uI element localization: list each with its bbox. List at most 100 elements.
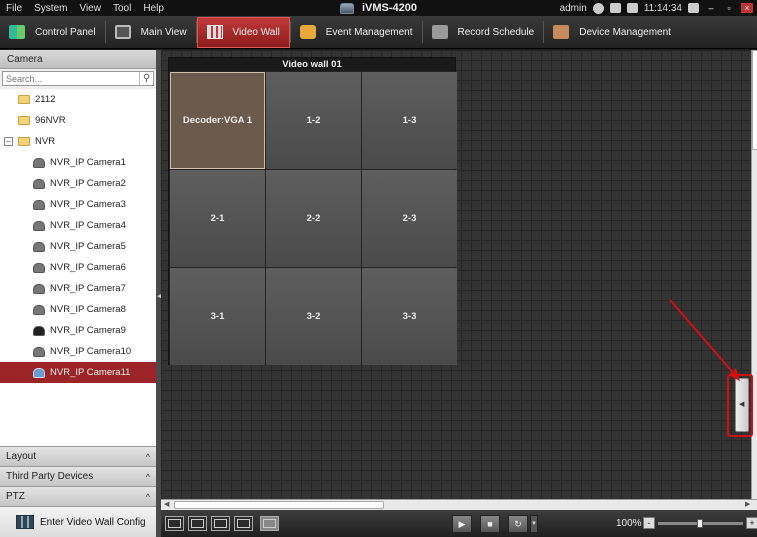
monitor-icon[interactable] [609, 3, 621, 13]
wall-cell-decoder[interactable]: Decoder:VGA 1 [170, 72, 265, 169]
section-layout[interactable]: Layout ^ [0, 446, 156, 466]
wall-cell-2-1[interactable]: 2-1 [170, 170, 265, 267]
close-button[interactable]: × [741, 3, 753, 13]
tree-item-label: NVR_IP Camera8 [50, 304, 126, 315]
tree-item-camera8[interactable]: NVR_IP Camera8 [0, 299, 156, 320]
zoom-in-button[interactable]: + [746, 517, 757, 529]
menu-system[interactable]: System [28, 3, 73, 14]
horizontal-scroll-thumb[interactable] [174, 501, 384, 509]
zoom-slider-thumb[interactable] [697, 519, 703, 528]
tab-event-management[interactable]: Event Management [291, 17, 422, 48]
zoom-out-button[interactable]: - [643, 517, 655, 529]
wall-cell-3-1[interactable]: 3-1 [170, 268, 265, 365]
video-wall[interactable]: Video wall 01 Decoder:VGA 1 1-2 1-3 2-1 … [168, 57, 457, 365]
tree-item-camera5[interactable]: NVR_IP Camera5 [0, 236, 156, 257]
stop-button[interactable]: ■ [480, 515, 500, 533]
wall-cell-3-2[interactable]: 3-2 [266, 268, 361, 365]
tree-item-camera10[interactable]: NVR_IP Camera10 [0, 341, 156, 362]
tree-item-label: NVR [35, 136, 56, 147]
wall-cell-1-3[interactable]: 1-3 [362, 72, 457, 169]
tree-item-label: NVR_IP Camera6 [50, 262, 126, 273]
search-area: ⚲ [0, 69, 156, 89]
tab-label: Record Schedule [457, 26, 535, 38]
section-third-party-devices[interactable]: Third Party Devices ^ [0, 466, 156, 486]
refresh-dropdown-icon[interactable]: ▼ [530, 515, 538, 533]
menu-list: File System View Tool Help [0, 3, 170, 14]
tree-item-label: 2112 [35, 94, 56, 105]
menu-tool[interactable]: Tool [107, 3, 137, 14]
layout-3x3-button[interactable] [211, 516, 230, 531]
tree-item-label: NVR_IP Camera1 [50, 157, 126, 168]
network-icon[interactable] [626, 3, 638, 13]
device-management-icon [553, 25, 570, 39]
tree-item-camera7[interactable]: NVR_IP Camera7 [0, 278, 156, 299]
settings-icon[interactable] [592, 2, 604, 14]
camera-icon [33, 346, 45, 357]
section-ptz[interactable]: PTZ ^ [0, 486, 156, 506]
chevron-up-icon: ^ [145, 491, 150, 502]
tree-item-camera6[interactable]: NVR_IP Camera6 [0, 257, 156, 278]
wall-cell-1-2[interactable]: 1-2 [266, 72, 361, 169]
vertical-scroll-thumb[interactable] [752, 50, 757, 150]
camera-icon [33, 262, 45, 273]
tree-item-label: NVR_IP Camera4 [50, 220, 126, 231]
control-panel-icon [9, 25, 25, 39]
scroll-left-icon[interactable]: ◀ [164, 500, 169, 510]
tree-item-camera4[interactable]: NVR_IP Camera4 [0, 215, 156, 236]
folder-icon [18, 116, 30, 125]
tree-item-label: 96NVR [35, 115, 66, 126]
camera-icon [33, 220, 45, 231]
scroll-right-icon[interactable]: ▶ [745, 500, 750, 510]
wall-cell-3-3[interactable]: 3-3 [362, 268, 457, 365]
tree-item-2112[interactable]: 2112 [0, 89, 156, 110]
annotation-highlight-box [727, 374, 753, 437]
menu-help[interactable]: Help [137, 3, 170, 14]
camera-icon [33, 199, 45, 210]
video-wall-canvas[interactable]: Video wall 01 Decoder:VGA 1 1-2 1-3 2-1 … [161, 50, 751, 499]
lock-icon[interactable] [688, 3, 699, 13]
horizontal-scrollbar[interactable]: ◀ ▶ [161, 499, 757, 510]
tree-item-label: NVR_IP Camera3 [50, 199, 126, 210]
tree-item-camera9[interactable]: NVR_IP Camera9 [0, 320, 156, 341]
camera-panel: Camera ⚲ 2112 96NVR – NVR NVR_IP Camera1… [0, 50, 156, 537]
tab-main-view[interactable]: Main View [106, 17, 196, 48]
layout-1x1-button[interactable] [165, 516, 184, 531]
minimize-button[interactable]: – [705, 3, 717, 13]
tab-device-management[interactable]: Device Management [544, 17, 680, 48]
tree-item-camera11[interactable]: NVR_IP Camera11 [0, 362, 156, 383]
search-icon[interactable]: ⚲ [139, 72, 153, 85]
tab-label: Control Panel [35, 26, 96, 38]
search-input[interactable] [3, 72, 153, 85]
enter-video-wall-config-button[interactable]: Enter Video Wall Config [0, 506, 156, 537]
chevron-up-icon: ^ [145, 451, 150, 462]
tree-item-nvr[interactable]: – NVR [0, 131, 156, 152]
tab-label: Device Management [579, 26, 671, 38]
collapse-icon[interactable]: – [4, 137, 13, 146]
tree-item-96nvr[interactable]: 96NVR [0, 110, 156, 131]
section-label: Layout [6, 451, 37, 462]
play-button[interactable]: ▶ [452, 515, 472, 533]
bottom-toolbar: ▶ ■ ↻ ▼ 100% - + [161, 510, 757, 537]
wall-cell-2-2[interactable]: 2-2 [266, 170, 361, 267]
tab-control-panel[interactable]: Control Panel [0, 17, 105, 48]
section-label: PTZ [6, 491, 25, 502]
video-wall-grid: Decoder:VGA 1 1-2 1-3 2-1 2-2 2-3 3-1 3-… [169, 71, 457, 365]
tree-item-camera2[interactable]: NVR_IP Camera2 [0, 173, 156, 194]
wall-cell-2-3[interactable]: 2-3 [362, 170, 457, 267]
tree-item-camera3[interactable]: NVR_IP Camera3 [0, 194, 156, 215]
camera-icon [33, 178, 45, 189]
menu-view[interactable]: View [73, 3, 107, 14]
main-view-icon [114, 25, 131, 39]
layout-2x2-button[interactable] [188, 516, 207, 531]
tree-item-label: NVR_IP Camera2 [50, 178, 126, 189]
tree-item-camera1[interactable]: NVR_IP Camera1 [0, 152, 156, 173]
camera-tree: 2112 96NVR – NVR NVR_IP Camera1 NVR_IP C… [0, 89, 156, 432]
refresh-button[interactable]: ↻ [508, 515, 528, 533]
tab-video-wall[interactable]: Video Wall [196, 16, 290, 48]
tab-record-schedule[interactable]: Record Schedule [423, 17, 544, 48]
layout-4x4-button[interactable] [234, 516, 253, 531]
layout-custom-button[interactable] [260, 516, 279, 531]
maximize-button[interactable]: ▫ [723, 3, 735, 13]
menu-bar: File System View Tool Help iVMS-4200 adm… [0, 0, 757, 16]
menu-file[interactable]: File [0, 3, 28, 14]
